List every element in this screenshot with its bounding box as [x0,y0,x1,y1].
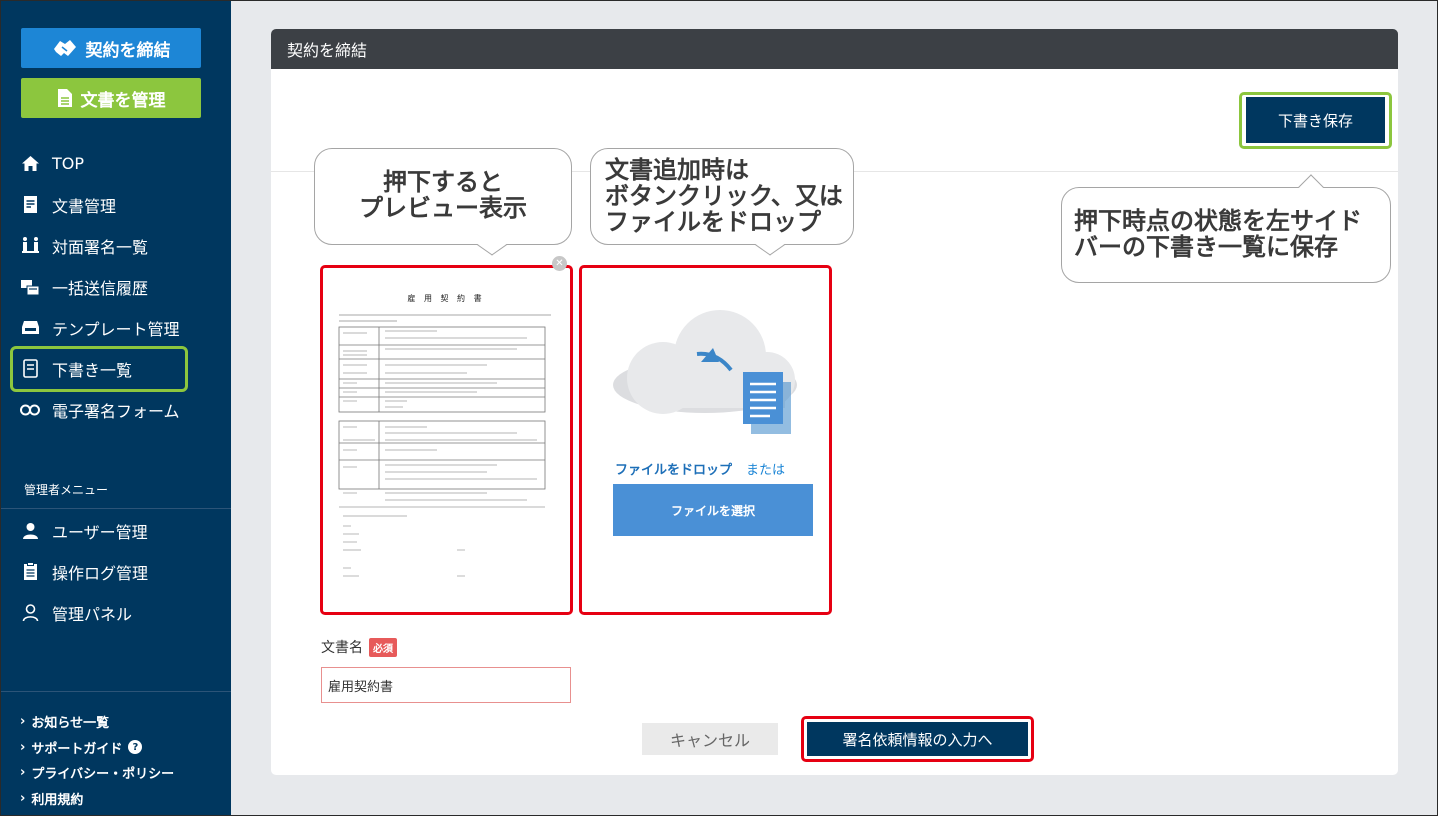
nav-item-documents[interactable]: 文書管理 [0,184,231,225]
nav-label: 操作ログ管理 [52,563,149,583]
docname-label: 文書名 必須 [321,637,397,657]
footer-link-label: サポートガイド [31,741,123,757]
sidebar-divider [0,508,231,509]
callout-line: 押下すると [383,168,503,196]
nav-item-esign-form[interactable]: 電子署名フォーム [0,389,231,430]
nav-item-face-sign[interactable]: 対面署名一覧 [0,225,231,266]
signature-request-button[interactable]: 署名依頼情報の入力へ [807,722,1028,756]
sidebar-divider [0,691,231,692]
template-icon [20,318,40,338]
sidebar: 契約を締結 文書を管理 TOP 文書管理 対面署名一覧 一括送信履歴 テンプレー… [0,0,231,816]
nav-label: 対面署名一覧 [52,237,149,257]
nav-item-bulk-send[interactable]: 一括送信履歴 [0,266,231,307]
draft-save-button[interactable]: 下書き保存 [1246,97,1385,143]
panel-title: 契約を締結 [271,29,1398,69]
callout-preview: 押下すると プレビュー表示 [314,148,572,256]
docs-button[interactable]: 文書を管理 [21,78,201,118]
contract-button[interactable]: 契約を締結 [21,28,201,68]
nav-label: TOP [52,154,85,173]
chevron-right-icon: › [20,739,26,755]
nav-item-logs[interactable]: 操作ログ管理 [0,551,231,592]
nav-label: 文書管理 [52,196,117,216]
required-badge: 必須 [369,637,397,657]
help-icon: ? [128,740,143,755]
docname-label-text: 文書名 [321,640,363,656]
file-icon [57,89,72,107]
chevron-right-icon: › [20,790,26,806]
handshake-icon [53,40,76,56]
nav-item-users[interactable]: ユーザー管理 [0,510,231,551]
chevron-right-icon: › [20,765,26,781]
docname-input[interactable] [321,667,571,703]
file-select-button[interactable]: ファイルを選択 [613,484,813,536]
callout-line: 文書追加時は [605,156,749,184]
nav-item-top[interactable]: TOP [0,143,231,184]
callout-draft-save: 押下時点の状態を左サイド バーの下書き一覧に保存 [1061,174,1391,283]
contract-button-label: 契約を締結 [85,40,171,61]
home-icon [20,154,40,174]
chevron-right-icon: › [20,714,26,730]
nav-label: 一括送信履歴 [52,278,149,298]
footer-link-terms[interactable]: › 利用規約 [20,786,174,812]
footer-links: › お知らせ一覧 › サポートガイド? › プライバシー・ポリシー › 利用規約 [20,709,174,811]
admin-menu-title: 管理者メニュー [24,483,109,497]
footer-link-label: 利用規約 [31,792,84,808]
footer-link-privacy[interactable]: › プライバシー・ポリシー [20,760,174,786]
or-label: または [746,463,786,478]
callout-line: バーの下書き一覧に保存 [1074,233,1338,261]
nav-label: テンプレート管理 [52,319,180,339]
callout-line: ファイルをドロップ [605,208,821,236]
docs-button-label: 文書を管理 [80,90,166,111]
admin-nav: ユーザー管理 操作ログ管理 管理パネル [0,510,231,633]
close-icon[interactable]: ✕ [552,256,567,271]
nav-label: ユーザー管理 [52,522,148,542]
document-icon [20,195,40,215]
face-sign-icon [20,236,40,256]
cancel-button[interactable]: キャンセル [642,723,778,755]
nav-label: 電子署名フォーム [52,401,180,421]
drop-label: ファイルをドロップ [615,463,733,478]
footer-link-news[interactable]: › お知らせ一覧 [20,709,174,735]
footer-link-label: お知らせ一覧 [31,716,110,732]
drop-instruction: ファイルをドロップ または [615,459,785,478]
footer-link-label: プライバシー・ポリシー [31,767,175,783]
nav-item-admin-panel[interactable]: 管理パネル [0,592,231,633]
callout-line: 押下時点の状態を左サイド [1074,207,1362,235]
nav-item-template[interactable]: テンプレート管理 [0,307,231,348]
drafts-highlight [10,346,188,392]
clipboard-icon [20,562,40,582]
user-icon [20,521,40,541]
callout-line: プレビュー表示 [359,194,527,222]
link-icon [20,400,40,420]
footer-link-support[interactable]: › サポートガイド? [20,735,174,761]
cloud-upload-icon [613,310,797,434]
callout-add-document: 文書追加時は ボタンクリック、又は ファイルをドロップ [590,148,854,256]
callout-line: ボタンクリック、又は [605,182,843,210]
nav-label: 管理パネル [52,604,133,624]
admin-user-icon [20,603,40,623]
bulk-send-icon [20,277,40,297]
document-text-lines [338,314,551,577]
document-preview[interactable]: 雇 用 契 約 書 [337,285,555,597]
